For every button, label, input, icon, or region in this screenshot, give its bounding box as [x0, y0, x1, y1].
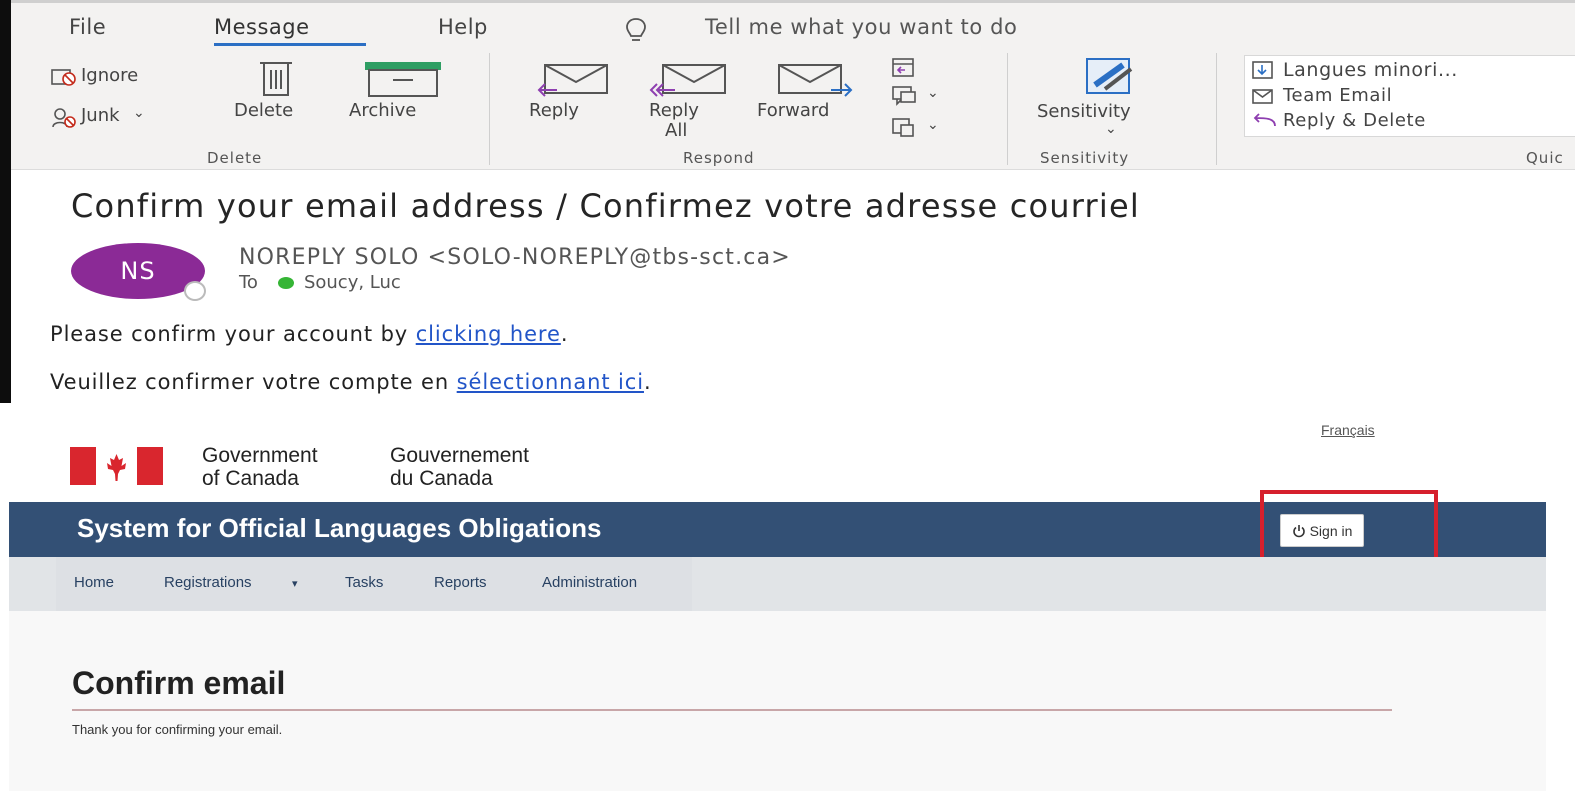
sensitivity-icon	[1086, 58, 1133, 94]
outlook-message-window: File Message Help Tell me what you want …	[0, 0, 1575, 403]
junk-icon	[52, 108, 76, 128]
reply-all-label-line2: All	[665, 120, 688, 141]
main-nav: Home Registrations ▾ Tasks Reports Admin…	[9, 557, 1546, 611]
tell-me-search[interactable]: Tell me what you want to do	[705, 15, 1018, 39]
quick-steps-group-label: Quic	[1526, 149, 1564, 167]
trash-icon	[260, 62, 292, 96]
quick-step-langues[interactable]: Langues minori...	[1251, 59, 1571, 83]
quick-step-reply-delete[interactable]: Reply & Delete	[1251, 110, 1571, 134]
body-line-english: Please confirm your account by clicking …	[50, 322, 568, 346]
ribbon-separator	[1216, 53, 1217, 165]
active-tab-indicator	[214, 43, 366, 46]
confirm-link-english[interactable]: clicking here	[416, 322, 561, 346]
language-toggle-link[interactable]: Français	[1321, 422, 1375, 438]
junk-label: Junk	[81, 105, 120, 126]
forward-label: Forward	[757, 100, 830, 121]
archive-label: Archive	[349, 100, 417, 121]
nav-administration[interactable]: Administration	[542, 574, 637, 591]
sensitivity-label: Sensitivity	[1037, 101, 1131, 122]
forward-icon	[778, 64, 853, 97]
reply-all-icon	[649, 64, 726, 97]
delete-group-label: Delete	[207, 149, 263, 167]
chevron-down-icon: ▾	[292, 578, 298, 590]
presence-indicator	[184, 281, 206, 301]
archive-button[interactable]: Archive	[345, 58, 465, 128]
quick-step-team-email[interactable]: Team Email	[1251, 85, 1571, 109]
chevron-down-icon: ⌄	[927, 85, 939, 101]
reply-arrow-icon	[1253, 113, 1276, 127]
nav-tasks[interactable]: Tasks	[345, 574, 383, 591]
tab-help[interactable]: Help	[438, 15, 488, 39]
nav-registrations[interactable]: Registrations	[164, 574, 252, 591]
body-text: .	[643, 370, 652, 394]
body-text: .	[560, 322, 569, 346]
recipient-presence-icon	[277, 276, 294, 289]
more-respond-icon	[892, 118, 914, 137]
ribbon-separator	[489, 53, 490, 165]
tab-message[interactable]: Message	[214, 15, 310, 39]
calendar-reply-icon	[892, 58, 914, 77]
nav-home[interactable]: Home	[74, 574, 114, 591]
solo-webpage: Français Government of Canada Gouverneme…	[9, 422, 1546, 791]
body-text: Veuillez confirmer votre compte en	[50, 370, 457, 394]
to-label: To	[239, 272, 258, 293]
sender-name[interactable]: NOREPLY SOLO <SOLO-NOREPLY@tbs-sct.ca>	[239, 245, 791, 270]
confirm-link-french[interactable]: sélectionnant ici	[457, 370, 644, 394]
mail-icon	[1252, 89, 1273, 104]
window-left-edge	[0, 0, 11, 403]
site-title[interactable]: System for Official Languages Obligation…	[77, 513, 601, 544]
quick-step-label: Langues minori...	[1283, 59, 1458, 81]
canada-flag-icon	[70, 447, 163, 485]
ribbon: File Message Help Tell me what you want …	[11, 3, 1575, 170]
sensitivity-button[interactable]: Sensitivity ⌄	[1033, 55, 1193, 140]
respond-group-label: Respond	[683, 149, 755, 167]
nav-reports[interactable]: Reports	[434, 574, 487, 591]
reply-label: Reply	[529, 100, 579, 121]
body-text: Please confirm your account by	[50, 322, 416, 346]
quick-step-label: Reply & Delete	[1283, 110, 1426, 131]
tab-file[interactable]: File	[69, 15, 106, 39]
wordmark-line: du Canada	[390, 467, 493, 490]
wordmark-french: Gouvernement du Canada	[390, 444, 529, 490]
chevron-down-icon: ⌄	[1105, 121, 1117, 137]
confirmation-message: Thank you for confirming your email.	[72, 722, 283, 737]
reply-all-button[interactable]: Reply All	[639, 58, 739, 148]
delete-button[interactable]: Delete	[226, 58, 336, 128]
archive-icon	[365, 62, 441, 97]
chevron-down-icon: ⌄	[927, 117, 939, 133]
reply-button[interactable]: Reply	[523, 58, 623, 128]
page-title: Confirm email	[72, 665, 286, 701]
ignore-icon	[51, 69, 76, 86]
lightbulb-icon	[626, 18, 646, 41]
meeting-reply-button[interactable]	[891, 55, 951, 81]
avatar: NS	[71, 243, 206, 301]
wordmark-line: Gouvernement	[390, 444, 529, 467]
wordmark-english: Government of Canada	[202, 444, 318, 490]
im-reply-button[interactable]: ⌄	[891, 83, 955, 109]
recipient-row: To Soucy, Luc	[239, 272, 401, 293]
delete-label: Delete	[234, 100, 294, 121]
sensitivity-group-label: Sensitivity	[1040, 149, 1130, 167]
chat-reply-icon	[892, 86, 916, 106]
ribbon-separator	[1007, 53, 1008, 165]
reply-icon	[537, 64, 608, 97]
folder-move-icon	[1252, 61, 1273, 79]
more-respond-button[interactable]: ⌄	[891, 115, 955, 141]
quick-step-label: Team Email	[1283, 85, 1393, 106]
email-subject: Confirm your email address / Confirmez v…	[71, 187, 1140, 225]
forward-button[interactable]: Forward	[755, 58, 875, 128]
body-line-french: Veuillez confirmer votre compte en sélec…	[50, 370, 652, 394]
ignore-label: Ignore	[81, 65, 139, 86]
wordmark-line: Government	[202, 444, 318, 467]
reply-all-label-line1: Reply	[649, 100, 699, 121]
wordmark-line: of Canada	[202, 467, 299, 490]
chevron-down-icon: ⌄	[133, 105, 145, 121]
title-divider	[72, 709, 1392, 711]
quick-steps-box: Langues minori... Team Email Reply & Del…	[1244, 55, 1575, 137]
recipient-name[interactable]: Soucy, Luc	[304, 272, 401, 293]
